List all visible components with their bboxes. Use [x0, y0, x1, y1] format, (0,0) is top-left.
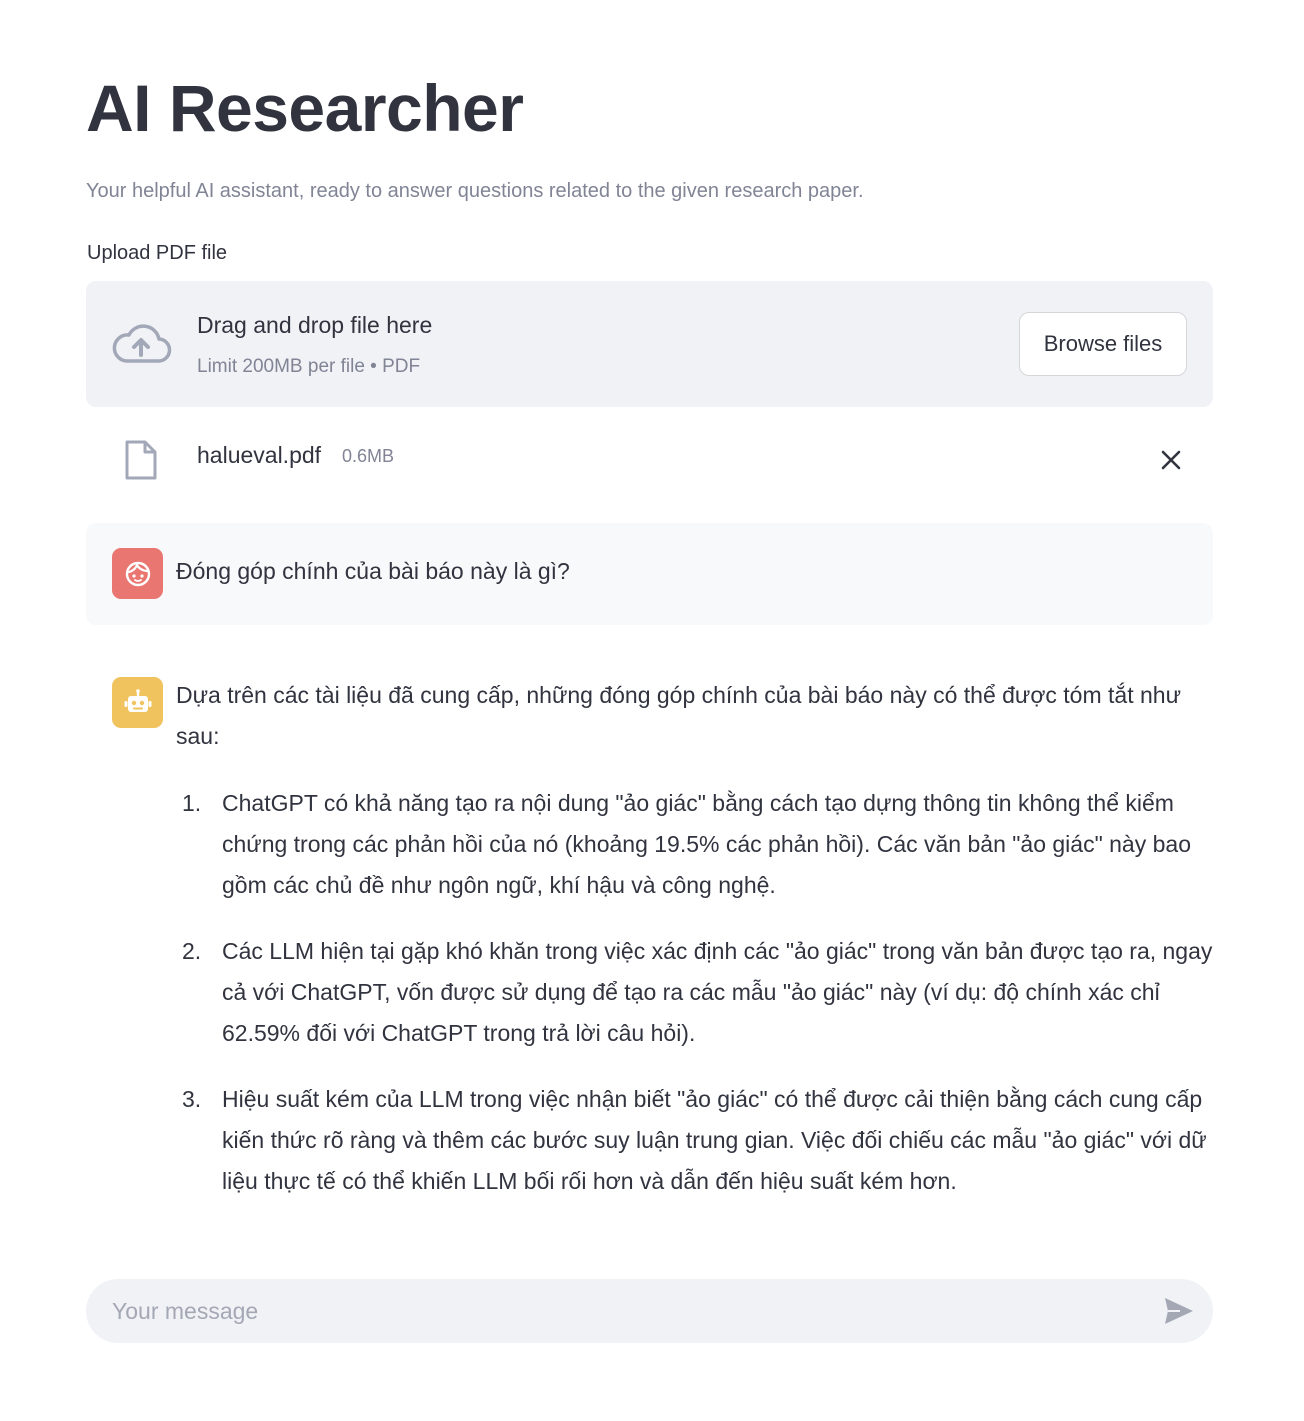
assistant-message: Dựa trên các tài liệu đã cung cấp, những…	[86, 650, 1213, 1210]
file-icon	[124, 440, 158, 480]
file-dropzone[interactable]: Drag and drop file here Limit 200MB per …	[86, 281, 1213, 407]
cloud-upload-icon	[110, 323, 172, 365]
robot-icon	[112, 677, 163, 728]
list-item: 3. Hiệu suất kém của LLM trong việc nhận…	[176, 1079, 1216, 1202]
send-icon[interactable]	[1162, 1295, 1196, 1327]
list-text: ChatGPT có khả năng tạo ra nội dung "ảo …	[222, 790, 1191, 898]
user-message-text: Đóng góp chính của bài báo này là gì?	[176, 558, 570, 584]
file-name: halueval.pdf	[197, 442, 322, 468]
message-input[interactable]	[112, 1279, 1132, 1343]
page-subtitle: Your helpful AI assistant, ready to answ…	[86, 180, 864, 202]
close-icon[interactable]	[1157, 446, 1185, 474]
dropzone-limit: Limit 200MB per file • PDF	[197, 356, 421, 377]
upload-label: Upload PDF file	[87, 242, 228, 264]
uploaded-file-row: halueval.pdf 0.6MB	[86, 430, 1213, 490]
assistant-points: 1. ChatGPT có khả năng tạo ra nội dung "…	[176, 783, 1216, 1202]
list-text: Các LLM hiện tại gặp khó khăn trong việc…	[222, 938, 1213, 1046]
list-number: 2.	[182, 938, 202, 964]
list-text: Hiệu suất kém của LLM trong việc nhận bi…	[222, 1086, 1207, 1194]
face-icon	[112, 548, 163, 599]
dropzone-title: Drag and drop file here	[197, 312, 433, 338]
page-title: AI Researcher	[86, 71, 524, 145]
file-size: 0.6MB	[342, 446, 395, 466]
list-number: 1.	[182, 790, 202, 816]
chat-input-bar	[86, 1279, 1213, 1343]
browse-files-button[interactable]: Browse files	[1019, 312, 1187, 376]
assistant-intro: Dựa trên các tài liệu đã cung cấp, những…	[176, 682, 1181, 749]
list-item: 2. Các LLM hiện tại gặp khó khăn trong v…	[176, 931, 1216, 1054]
assistant-message-content: Dựa trên các tài liệu đã cung cấp, những…	[176, 675, 1216, 1227]
list-item: 1. ChatGPT có khả năng tạo ra nội dung "…	[176, 783, 1216, 906]
user-message: Đóng góp chính của bài báo này là gì?	[86, 523, 1213, 625]
list-number: 3.	[182, 1086, 202, 1112]
